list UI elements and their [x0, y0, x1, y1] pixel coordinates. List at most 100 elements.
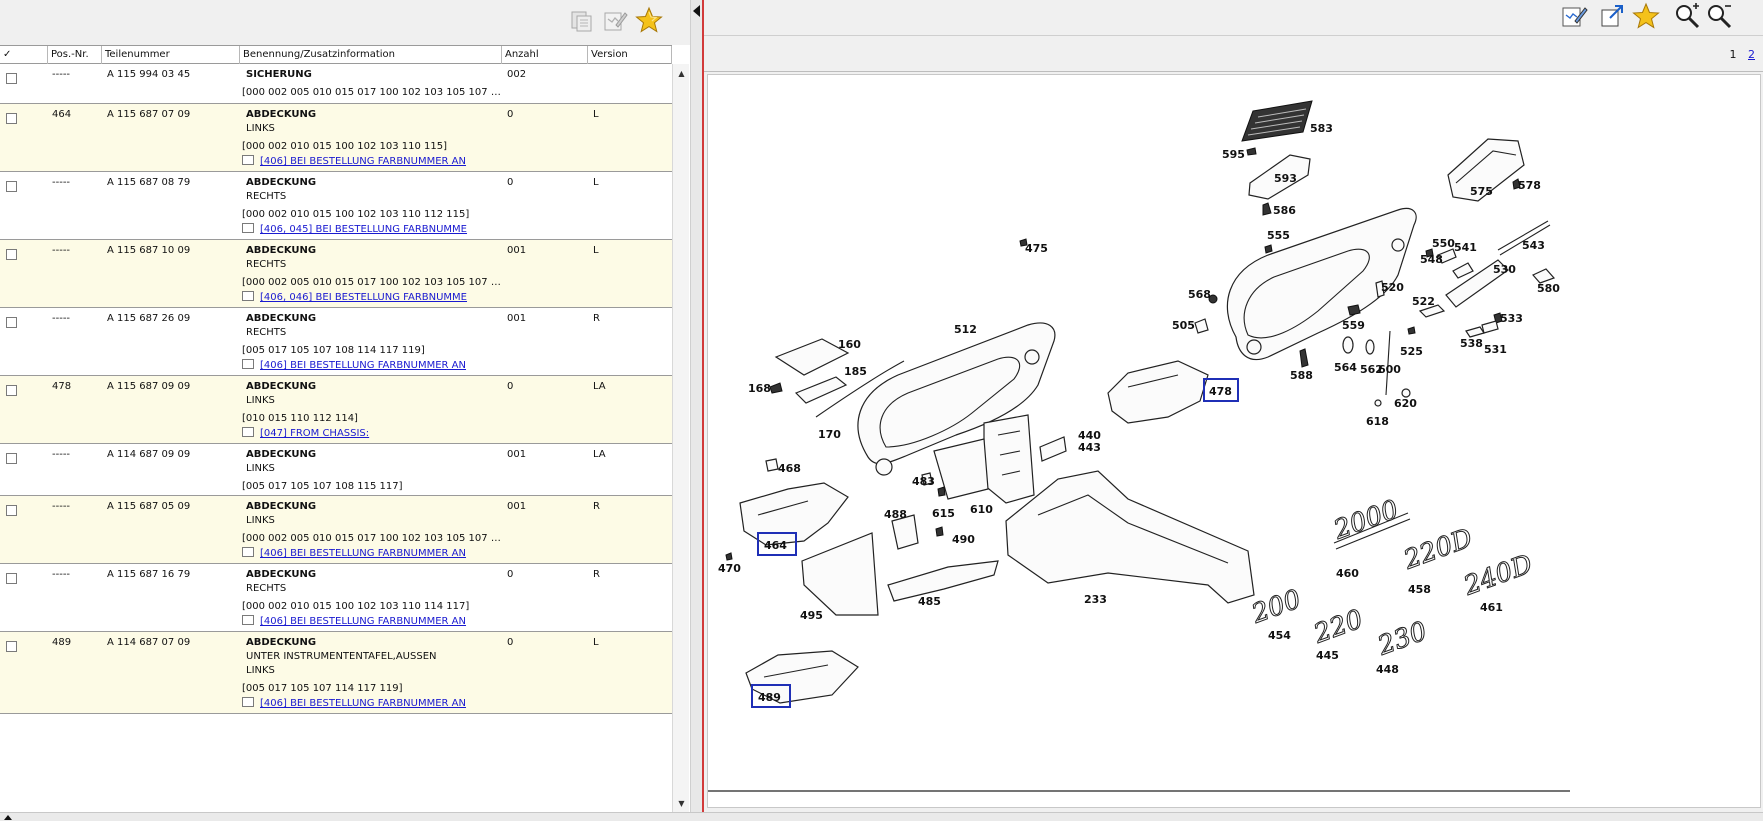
part-468: [765, 458, 779, 472]
footnote-link[interactable]: [406, 045] BEI BESTELLUNG FARBNUMME: [260, 224, 467, 235]
row-checkbox[interactable]: [6, 385, 17, 396]
footnote-link[interactable]: [406] BEI BESTELLUNG FARBNUMMER AN: [260, 698, 466, 709]
part-620: [1401, 388, 1411, 398]
header-check[interactable]: ✓: [0, 46, 48, 64]
part-description: RECHTS: [246, 259, 287, 270]
badge-240d-text: 240D: [1459, 549, 1537, 602]
callout-233: 233: [1084, 593, 1107, 606]
pos-nr-cell: 464: [52, 109, 72, 120]
callout-538: 538: [1460, 337, 1483, 350]
part-name: ABDECKUNG: [246, 245, 317, 256]
expand-up-icon[interactable]: [3, 814, 13, 821]
callout-530: 530: [1493, 263, 1516, 276]
callout-548: 548: [1420, 253, 1443, 266]
footnote-link[interactable]: [047] FROM CHASSIS:: [260, 428, 369, 439]
table-row[interactable]: ----- A 115 687 05 09 ABDECKUNG LINKS [0…: [0, 496, 672, 564]
vertical-scrollbar[interactable]: ▲ ▼: [672, 64, 689, 812]
part-number-cell: A 115 687 05 09: [107, 501, 191, 512]
part-name: ABDECKUNG: [246, 177, 317, 188]
badge-240d: 240D: [1459, 549, 1538, 603]
table-row[interactable]: ----- A 115 687 10 09 ABDECKUNG RECHTS […: [0, 240, 672, 308]
note-icon: [242, 155, 254, 165]
table-row[interactable]: 478 A 115 687 09 09 ABDECKUNG LINKS [010…: [0, 376, 672, 444]
quantity-cell: 001: [507, 313, 527, 324]
table-row[interactable]: 489 A 114 687 07 09 ABDECKUNG UNTER INST…: [0, 632, 672, 714]
part-name: ABDECKUNG: [246, 109, 317, 120]
header-version[interactable]: Version: [588, 46, 672, 64]
favorite-button[interactable]: [634, 6, 664, 34]
row-checkbox[interactable]: [6, 73, 17, 84]
callout-610: 610: [970, 503, 993, 516]
callout-475: 475: [1025, 242, 1048, 255]
open-external-button[interactable]: [1597, 2, 1627, 30]
quantity-cell: 0: [507, 109, 514, 120]
part-525: [1407, 326, 1416, 335]
favorite-button[interactable]: [1631, 2, 1661, 30]
part-number-cell: A 115 687 08 79: [107, 177, 191, 188]
part-number-cell: A 115 687 10 09: [107, 245, 191, 256]
part-588: [1299, 348, 1309, 368]
row-checkbox[interactable]: [6, 573, 17, 584]
badge-220: 220: [1309, 604, 1368, 651]
part-description: LINKS: [246, 123, 275, 134]
model-codes-cell: [000 002 005 010 015 017 100 102 103 105…: [242, 533, 502, 544]
note-icon: [242, 223, 254, 233]
scroll-down-arrow[interactable]: ▼: [675, 796, 688, 810]
pos-nr-cell: -----: [52, 313, 71, 324]
footnote-link[interactable]: [406] BEI BESTELLUNG FARBNUMMER AN: [260, 360, 466, 371]
row-checkbox[interactable]: [6, 641, 17, 652]
header-teilenummer[interactable]: Teilenummer: [102, 46, 240, 64]
table-row[interactable]: ----- A 115 687 26 09 ABDECKUNG RECHTS […: [0, 308, 672, 376]
row-checkbox[interactable]: [6, 249, 17, 260]
table-row[interactable]: ----- A 115 994 03 45 SICHERUNG [000 002…: [0, 64, 672, 104]
row-checkbox[interactable]: [6, 453, 17, 464]
edit-notes-button[interactable]: [600, 6, 630, 34]
pane-splitter[interactable]: [690, 0, 702, 812]
header-pos-nr[interactable]: Pos.-Nr.: [48, 46, 102, 64]
open-external-icon: [1601, 5, 1623, 27]
part-description: UNTER INSTRUMENTENTAFEL,AUSSEN: [246, 651, 437, 662]
footnote-link[interactable]: [406] BEI BESTELLUNG FARBNUMMER AN: [260, 616, 466, 627]
table-row[interactable]: ----- A 115 687 16 79 ABDECKUNG RECHTS […: [0, 564, 672, 632]
badge-220d: 220D: [1399, 523, 1478, 577]
callout-495: 495: [800, 609, 823, 622]
zoom-out-button[interactable]: [1704, 2, 1734, 30]
scroll-up-arrow[interactable]: ▲: [675, 66, 688, 80]
version-cell: R: [593, 569, 600, 580]
edit-notes-button[interactable]: [1559, 2, 1589, 30]
zoom-in-button[interactable]: [1672, 2, 1702, 30]
callout-620: 620: [1394, 397, 1417, 410]
model-codes-cell: [000 002 010 015 100 102 103 110 115]: [242, 141, 448, 152]
diagram-pane: 1 2 2000 220D 240D 200 220 230 583 595 5…: [702, 0, 1763, 812]
callout-593: 593: [1274, 172, 1297, 185]
table-row[interactable]: 464 A 115 687 07 09 ABDECKUNG LINKS [000…: [0, 104, 672, 172]
callout-533: 533: [1500, 312, 1523, 325]
footnote-link[interactable]: [406, 046] BEI BESTELLUNG FARBNUMME: [260, 292, 467, 303]
header-benennung[interactable]: Benennung/Zusatzinformation: [240, 46, 502, 64]
row-checkbox[interactable]: [6, 181, 17, 192]
footnote-link[interactable]: [406] BEI BESTELLUNG FARBNUMMER AN: [260, 156, 466, 167]
header-anzahl[interactable]: Anzahl: [502, 46, 588, 64]
part-564: [1342, 336, 1354, 354]
table-row[interactable]: ----- A 114 687 09 09 ABDECKUNG LINKS [0…: [0, 444, 672, 496]
part-478: [1107, 360, 1209, 424]
part-595: [1246, 147, 1257, 156]
model-codes-cell: [005 017 105 107 108 114 117 119]: [242, 345, 425, 356]
row-checkbox[interactable]: [6, 317, 17, 328]
collapse-left-icon[interactable]: [692, 4, 701, 18]
callout-555: 555: [1267, 229, 1290, 242]
row-checkbox[interactable]: [6, 113, 17, 124]
diagram-viewport[interactable]: 2000 220D 240D 200 220 230 583 595 593 5…: [707, 74, 1761, 808]
badge-220d-text: 220D: [1399, 523, 1477, 576]
callout-489: 489: [758, 691, 781, 704]
row-checkbox[interactable]: [6, 505, 17, 516]
footnote-link[interactable]: [406] BEI BESTELLUNG FARBNUMMER AN: [260, 548, 466, 559]
center-tunnel-233: [1005, 470, 1255, 604]
badge-2000: 2000: [1329, 494, 1411, 550]
page-link[interactable]: 2: [1748, 48, 1755, 61]
current-page: 1: [1729, 48, 1737, 61]
copy-button[interactable]: [567, 6, 597, 34]
callout-445: 445: [1316, 649, 1339, 662]
part-name: ABDECKUNG: [246, 501, 317, 512]
table-row[interactable]: ----- A 115 687 08 79 ABDECKUNG RECHTS […: [0, 172, 672, 240]
